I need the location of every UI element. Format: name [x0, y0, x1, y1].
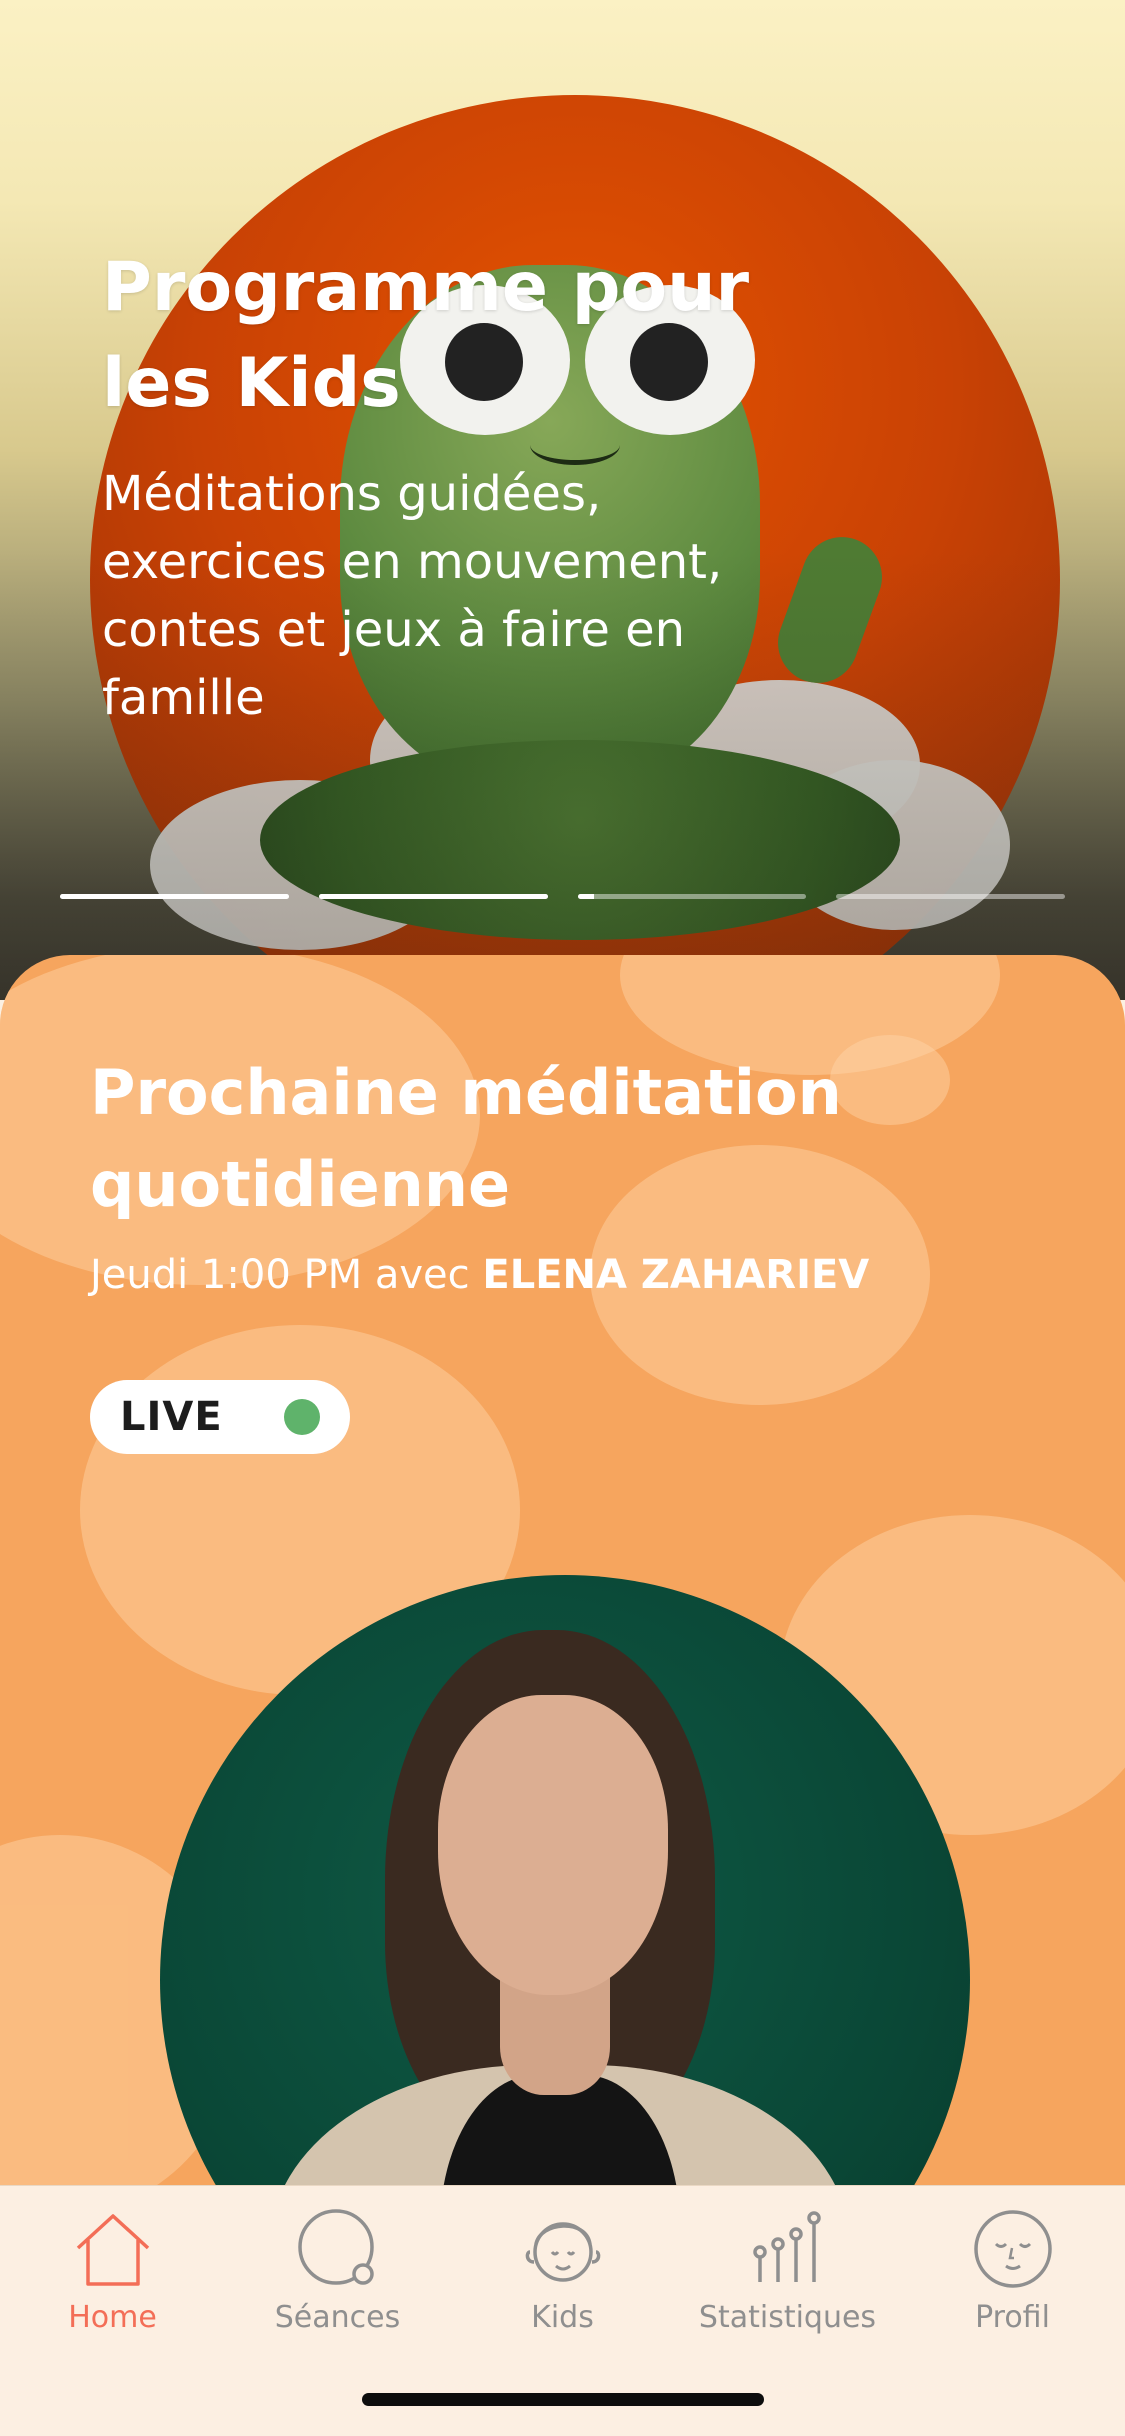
kids-program-banner[interactable]: Programme pour les Kids Méditations guid…	[0, 0, 1125, 1000]
tab-seances[interactable]: Séances	[225, 2204, 450, 2364]
banner-title: Programme pour les Kids	[102, 248, 750, 423]
session-schedule: Jeudi 1:00 PM avec ELENA ZAHARIEV	[90, 1250, 869, 1300]
live-badge[interactable]: LIVE	[90, 1380, 350, 1454]
sessions-icon	[297, 2209, 374, 2285]
carousel-progress-segment	[318, 894, 548, 899]
tab-label: Séances	[274, 2300, 401, 2335]
live-status-dot	[284, 1399, 320, 1435]
carousel-progress-segment	[836, 894, 1065, 899]
tab-kids[interactable]: Kids	[450, 2204, 675, 2364]
card-title: Prochaine méditation quotidienne	[90, 1056, 842, 1221]
tab-profil[interactable]: Profil	[900, 2204, 1125, 2364]
carousel-progress	[60, 894, 1065, 900]
tab-label: Home	[68, 2300, 157, 2335]
tab-label: Kids	[531, 2300, 594, 2335]
next-meditation-card[interactable]: Prochaine méditation quotidienne Jeudi 1…	[0, 955, 1125, 2185]
schedule-text: Jeudi 1:00 PM avec	[90, 1252, 483, 1298]
kids-icon	[525, 2222, 600, 2282]
home-indicator[interactable]	[362, 2393, 764, 2406]
tab-label: Profil	[975, 2300, 1050, 2335]
tab-label: Statistiques	[698, 2300, 877, 2335]
stats-icon	[752, 2211, 821, 2282]
live-label: LIVE	[120, 1394, 223, 1440]
banner-subtitle: Méditations guidées, exercices en mouvem…	[102, 466, 723, 726]
tab-home[interactable]: Home	[0, 2204, 225, 2364]
tab-statistiques[interactable]: Statistiques	[675, 2204, 900, 2364]
profile-icon	[973, 2210, 1052, 2288]
carousel-progress-segment	[577, 894, 807, 899]
home-icon	[76, 2214, 149, 2286]
host-name[interactable]: ELENA ZAHARIEV	[482, 1252, 869, 1298]
carousel-progress-segment	[60, 894, 289, 899]
